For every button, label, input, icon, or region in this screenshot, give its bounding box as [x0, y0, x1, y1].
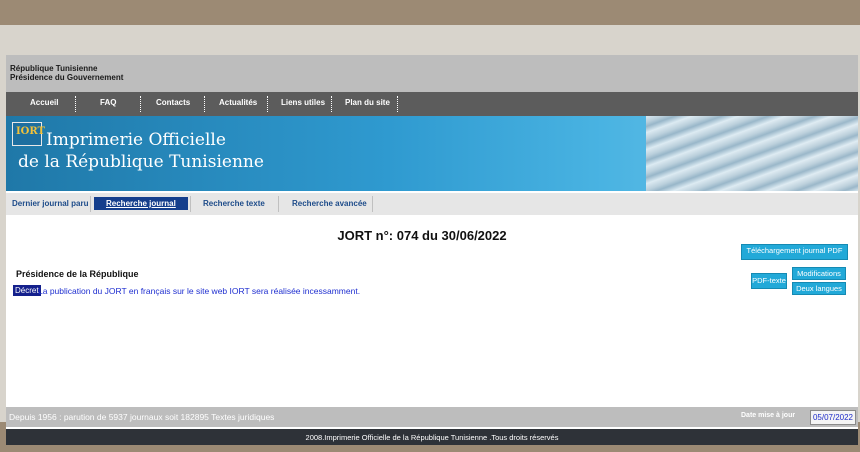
banner-title-line1: Imprimerie Officielle: [46, 130, 226, 150]
text-description-link[interactable]: La publication du JORT en français sur l…: [38, 286, 360, 296]
status-bar: Depuis 1956 : parution de 5937 journaux …: [6, 407, 858, 427]
nav-contacts[interactable]: Contacts: [156, 98, 190, 107]
search-tabs: Dernier journal paru Recherche journal R…: [6, 193, 858, 215]
download-journal-pdf-button[interactable]: Téléchargement journal PDF: [741, 244, 848, 260]
nav-accueil[interactable]: Accueil: [30, 98, 58, 107]
update-date-label: Date mise à jour: [741, 412, 796, 419]
tab-recherche-texte[interactable]: Recherche texte: [203, 199, 265, 208]
nav-separator: [397, 96, 398, 112]
gov-line-republique: République Tunisienne: [10, 64, 98, 73]
nav-plan-du-site[interactable]: Plan du site: [345, 98, 390, 107]
tab-dernier-journal[interactable]: Dernier journal paru: [12, 199, 88, 208]
tab-recherche-avancee[interactable]: Recherche avancée: [292, 199, 367, 208]
section-heading: Présidence de la République: [16, 269, 139, 279]
journal-title: JORT n°: 074 du 30/06/2022: [337, 228, 507, 243]
browser-frame: République Tunisienne Présidence du Gouv…: [0, 25, 860, 445]
publication-stats: Depuis 1956 : parution de 5937 journaux …: [9, 412, 275, 422]
site-banner: IORT Imprimerie Officielle de la Républi…: [6, 116, 858, 191]
banner-title-line2: de la République Tunisienne: [18, 152, 264, 172]
tab-separator: [372, 196, 373, 212]
nav-separator: [204, 96, 205, 112]
gov-line-presidence: Présidence du Gouvernement: [10, 73, 124, 82]
tab-separator: [278, 196, 279, 212]
pdf-texte-button[interactable]: PDF-texte: [751, 273, 787, 289]
top-navigation: Accueil FAQ Contacts Actualités Liens ut…: [6, 92, 858, 116]
iort-logo-icon[interactable]: IORT: [12, 122, 45, 146]
tab-separator: [190, 196, 191, 212]
nav-faq[interactable]: FAQ: [100, 98, 116, 107]
banner-newspaper-image: [646, 116, 858, 191]
page-footer: 2008.Imprimerie Officielle de la Républi…: [6, 429, 858, 445]
modifications-button[interactable]: Modifications: [792, 267, 846, 280]
tab-separator: [90, 196, 91, 212]
text-type-badge: Décret: [13, 285, 41, 296]
update-date-value: 05/07/2022: [810, 410, 856, 425]
nav-actualites[interactable]: Actualités: [219, 98, 257, 107]
logo-text: IORT: [16, 126, 45, 137]
nav-separator: [331, 96, 332, 112]
tab-recherche-journal[interactable]: Recherche journal: [94, 197, 188, 210]
nav-separator: [267, 96, 268, 112]
page-content: République Tunisienne Présidence du Gouv…: [6, 55, 858, 445]
nav-separator: [140, 96, 141, 112]
government-header: République Tunisienne Présidence du Gouv…: [6, 55, 858, 92]
nav-liens-utiles[interactable]: Liens utiles: [281, 98, 325, 107]
copyright-text: 2008.Imprimerie Officielle de la Républi…: [305, 433, 559, 442]
nav-separator: [75, 96, 76, 112]
deux-langues-button[interactable]: Deux langues: [792, 282, 846, 295]
